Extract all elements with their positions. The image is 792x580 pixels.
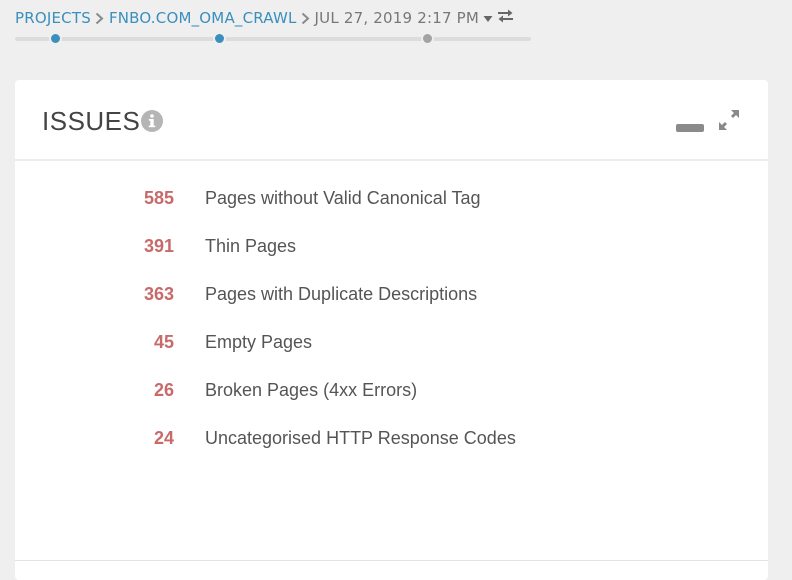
issue-label[interactable]: Broken Pages (4xx Errors) xyxy=(205,380,417,401)
issue-row[interactable]: 585 Pages without Valid Canonical Tag xyxy=(15,180,768,228)
issue-count[interactable]: 26 xyxy=(154,380,174,401)
issue-count[interactable]: 24 xyxy=(154,428,174,449)
issue-label[interactable]: Empty Pages xyxy=(205,332,312,353)
issue-row[interactable]: 45 Empty Pages xyxy=(15,324,768,372)
panel-divider xyxy=(15,560,768,561)
timeline-track xyxy=(15,37,531,41)
panel-header: ISSUES xyxy=(15,80,768,161)
caret-down-icon[interactable] xyxy=(483,9,493,27)
issues-list: 585 Pages without Valid Canonical Tag 39… xyxy=(15,180,768,468)
issue-row[interactable]: 391 Thin Pages xyxy=(15,228,768,276)
issue-label[interactable]: Thin Pages xyxy=(205,236,296,257)
issue-label[interactable]: Uncategorised HTTP Response Codes xyxy=(205,428,516,449)
info-icon[interactable] xyxy=(141,110,163,136)
crawl-timeline xyxy=(15,32,531,46)
breadcrumb-projects-link[interactable]: PROJECTS xyxy=(15,9,91,27)
issue-count[interactable]: 363 xyxy=(144,284,174,305)
minimize-icon[interactable] xyxy=(676,124,704,132)
issue-label[interactable]: Pages without Valid Canonical Tag xyxy=(205,188,481,209)
timeline-point[interactable] xyxy=(421,32,434,45)
issue-row[interactable]: 24 Uncategorised HTTP Response Codes xyxy=(15,420,768,468)
chevron-right-icon xyxy=(91,9,109,27)
issue-row[interactable]: 363 Pages with Duplicate Descriptions xyxy=(15,276,768,324)
breadcrumb: PROJECTS FNBO.COM_OMA_CRAWL JUL 27, 2019… xyxy=(15,6,514,30)
panel-title: ISSUES xyxy=(42,106,141,136)
issue-label[interactable]: Pages with Duplicate Descriptions xyxy=(205,284,477,305)
timeline-point[interactable] xyxy=(213,32,226,45)
breadcrumb-crawl-date[interactable]: JUL 27, 2019 2:17 PM xyxy=(315,9,480,27)
breadcrumb-project-link[interactable]: FNBO.COM_OMA_CRAWL xyxy=(109,9,297,27)
swap-arrows-icon[interactable] xyxy=(497,9,514,27)
issues-panel: ISSUES 585 Pages without Valid Canonical… xyxy=(15,80,768,580)
issue-count[interactable]: 585 xyxy=(144,188,174,209)
expand-icon[interactable] xyxy=(717,108,741,136)
chevron-right-icon xyxy=(297,9,315,27)
issue-count[interactable]: 45 xyxy=(154,332,174,353)
issue-row[interactable]: 26 Broken Pages (4xx Errors) xyxy=(15,372,768,420)
timeline-point[interactable] xyxy=(49,32,62,45)
issue-count[interactable]: 391 xyxy=(144,236,174,257)
